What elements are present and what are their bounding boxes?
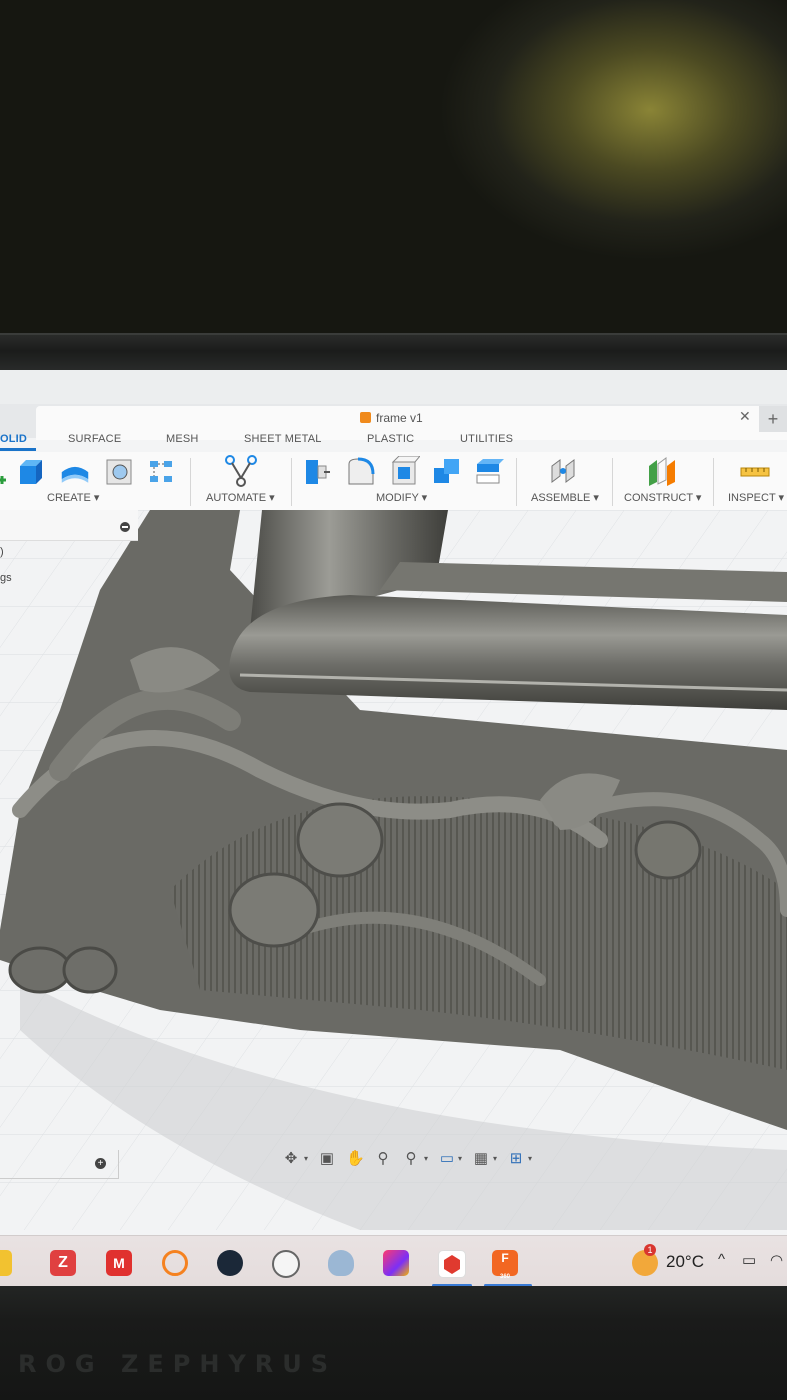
toolbar-separator — [612, 458, 613, 506]
shell-icon[interactable] — [390, 456, 420, 486]
display-settings-icon[interactable]: ▭ — [438, 1150, 456, 1168]
fusion-window: ↷ ▾ frame v1 ✕ + OLID SURFACE MESH SHEET… — [0, 370, 787, 1288]
orbit-dropdown-icon[interactable]: ▾ — [304, 1154, 308, 1163]
comments-bar-edge — [118, 1150, 119, 1179]
tray-overflow-icon[interactable]: ^ — [718, 1251, 725, 1268]
fusion-subtext: 360 — [499, 1274, 510, 1280]
collapse-panel-icon[interactable] — [120, 522, 130, 532]
notification-badge: 1 — [644, 1244, 656, 1256]
taskbar: Z M F 360 1 20°C ^ ▭ ◠ — [0, 1235, 787, 1288]
press-pull-icon[interactable] — [302, 456, 332, 486]
creative-cloud-icon[interactable] — [383, 1250, 409, 1276]
fusion-letter: F — [501, 1251, 509, 1265]
extrude-icon[interactable] — [16, 456, 46, 486]
display-dropdown-icon[interactable]: ▾ — [458, 1154, 462, 1163]
hole-icon[interactable] — [104, 456, 134, 486]
navigation-bar: ✥ ▾ ▣ ✋ ⚲ ⚲ ▾ ▭ ▾ ▦ ▾ ⊞ ▾ — [278, 1146, 540, 1174]
autodesk-icon[interactable] — [438, 1250, 466, 1278]
fruit-ornament — [296, 802, 384, 878]
grid-icon[interactable]: ▦ — [472, 1150, 490, 1168]
look-at-icon[interactable]: ▣ — [318, 1150, 336, 1168]
component-cube-icon — [360, 412, 371, 423]
toolbar-separator — [713, 458, 714, 506]
viewports-dropdown-icon[interactable]: ▾ — [528, 1154, 532, 1163]
quick-access-bar: ↷ ▾ — [0, 370, 787, 419]
assemble-menu[interactable]: ASSEMBLE ▾ — [531, 491, 599, 504]
model-viewport[interactable] — [0, 510, 787, 1230]
toolbar-separator — [190, 458, 191, 506]
zotero-icon[interactable]: Z — [50, 1250, 76, 1276]
combine-icon[interactable] — [432, 456, 462, 486]
new-tab-icon[interactable]: + — [759, 406, 787, 432]
zoom-dropdown-icon[interactable]: ▾ — [424, 1154, 428, 1163]
offset-plane-icon[interactable] — [646, 456, 676, 486]
bead-ornament — [8, 946, 72, 994]
document-title[interactable]: frame v1 — [360, 411, 423, 425]
automate-menu[interactable]: AUTOMATE ▾ — [206, 491, 275, 504]
tab-sheet-metal[interactable]: SHEET METAL — [244, 433, 322, 445]
wifi-icon[interactable]: ◠ — [770, 1251, 783, 1269]
orbit-icon[interactable]: ✥ — [282, 1150, 300, 1168]
offset-face-icon[interactable] — [475, 456, 505, 486]
automate-icon[interactable] — [224, 454, 258, 488]
pattern-icon[interactable] — [146, 456, 176, 486]
viewports-icon[interactable]: ⊞ — [507, 1150, 525, 1168]
grid-dropdown-icon[interactable]: ▾ — [493, 1154, 497, 1163]
frame-molding-horizontal — [229, 595, 787, 710]
new-sketch-icon[interactable] — [0, 456, 10, 486]
fillet-icon[interactable] — [346, 456, 376, 486]
measure-icon[interactable] — [740, 462, 770, 482]
temperature-label[interactable]: 20°C — [666, 1252, 704, 1272]
fruit-ornament — [634, 820, 702, 880]
autodesk-logo-icon — [444, 1255, 460, 1274]
blender-icon[interactable] — [162, 1250, 188, 1276]
tab-surface[interactable]: SURFACE — [68, 433, 121, 445]
battery-icon[interactable]: ▭ — [742, 1251, 756, 1269]
fusion-360-icon[interactable]: F 360 — [492, 1250, 518, 1280]
browser-item[interactable]: ) — [0, 546, 4, 558]
pan-icon[interactable]: ✋ — [346, 1150, 365, 1168]
tab-plastic[interactable]: PLASTIC — [367, 433, 414, 445]
joint-icon[interactable] — [548, 456, 578, 486]
document-title-text: frame v1 — [376, 411, 423, 425]
close-icon[interactable]: ✕ — [739, 408, 751, 425]
revolve-icon[interactable] — [60, 458, 90, 488]
sticky-notes-icon[interactable] — [0, 1250, 12, 1276]
comments-bar — [0, 1178, 118, 1179]
zoom-icon[interactable]: ⚲ — [374, 1150, 392, 1168]
tab-solid[interactable]: OLID — [0, 433, 27, 445]
browser-panel — [0, 510, 138, 541]
bead-ornament — [62, 946, 118, 994]
create-menu[interactable]: CREATE ▾ — [47, 491, 99, 504]
tab-utilities[interactable]: UTILITIES — [460, 433, 513, 445]
construct-menu[interactable]: CONSTRUCT ▾ — [624, 491, 701, 504]
active-tab-indicator — [0, 448, 36, 451]
laptop-body — [0, 1286, 787, 1400]
browser-item-settings[interactable]: gs — [0, 572, 12, 584]
toolbar-separator — [291, 458, 292, 506]
background-room — [0, 0, 787, 340]
monitor-bezel-top — [0, 333, 787, 375]
fit-icon[interactable]: ⚲ — [402, 1150, 420, 1168]
toolbar-separator — [516, 458, 517, 506]
slicer-app-icon[interactable] — [328, 1250, 354, 1276]
tab-mesh[interactable]: MESH — [166, 433, 199, 445]
brand-logo: ROG ZEPHYRUS — [18, 1350, 338, 1378]
add-comment-icon[interactable]: + — [95, 1158, 106, 1169]
steam-icon[interactable] — [217, 1250, 243, 1276]
browser-app-icon[interactable] — [272, 1250, 300, 1278]
modify-menu[interactable]: MODIFY ▾ — [376, 491, 427, 504]
inspect-menu[interactable]: INSPECT ▾ — [728, 491, 784, 504]
fruit-ornament — [228, 872, 320, 948]
mendeley-icon[interactable]: M — [106, 1250, 132, 1276]
